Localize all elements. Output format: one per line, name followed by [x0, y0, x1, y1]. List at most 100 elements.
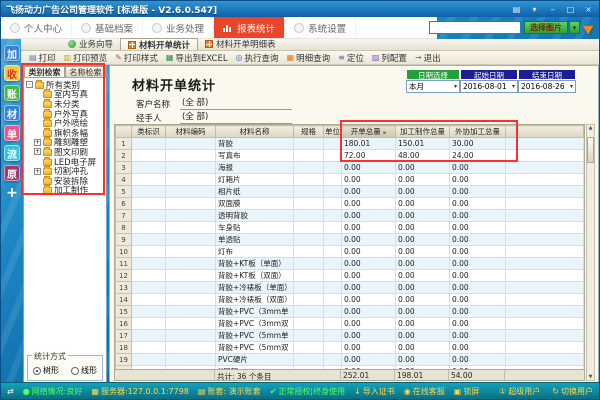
- collapse-icon[interactable]: -: [26, 81, 33, 88]
- search-tab-1[interactable]: 类别检索: [24, 66, 65, 78]
- table-row[interactable]: 6双面膜0.000.000.00: [116, 198, 584, 210]
- table-row[interactable]: 18背胶+PVC（5mm双0.000.000.00: [116, 342, 584, 354]
- toolbar-button-1[interactable]: ▤打印: [25, 52, 60, 64]
- close-button[interactable]: ×: [583, 5, 594, 14]
- status-left-item-2[interactable]: ●网络情况:良好: [23, 386, 83, 397]
- table-row[interactable]: 10灯布0.000.000.00: [116, 246, 584, 258]
- table-row[interactable]: 8车身贴0.000.000.00: [116, 222, 584, 234]
- process-qty-cell: 0.00: [396, 342, 450, 354]
- toolbar-button-2[interactable]: ▥打印预览: [60, 52, 112, 64]
- nav-item-3[interactable]: 业务处理: [143, 17, 214, 38]
- row-number: 3: [116, 162, 132, 174]
- file-icon[interactable]: ▤: [511, 5, 522, 14]
- table-row[interactable]: 14背胶+冷裱板（双面）0.000.000.00: [116, 294, 584, 306]
- status-right-item-2[interactable]: ↻切换用户: [552, 386, 593, 397]
- image-search-input[interactable]: [429, 21, 521, 34]
- toolbar-button-5[interactable]: ◎执行查询: [232, 52, 283, 64]
- table-row[interactable]: 9单透贴0.000.000.00: [116, 234, 584, 246]
- person-icon: [10, 23, 20, 33]
- end-date-select[interactable]: 2016-08-26▾: [518, 80, 576, 93]
- column-header[interactable]: 单位: [324, 126, 342, 138]
- scroll-thumb[interactable]: [587, 137, 594, 163]
- toolbar-button-3[interactable]: ✎打印样式: [111, 52, 162, 64]
- column-header[interactable]: 开单总量▪: [342, 126, 396, 138]
- table-row[interactable]: 11背胶+KT板（单面）0.000.000.00: [116, 258, 584, 270]
- status-left-item-6[interactable]: ↓导入证书: [354, 386, 395, 397]
- toolbar-button-7[interactable]: ≡定位: [334, 52, 368, 64]
- quick-button-8[interactable]: +: [4, 185, 20, 201]
- quick-button-7[interactable]: 原: [4, 165, 20, 181]
- toolbar-button-8[interactable]: ▨列配置: [368, 52, 411, 64]
- select-image-button[interactable]: 选择图片: [524, 21, 568, 34]
- report-title: 材料开单统计: [132, 75, 216, 94]
- select-image-dropdown[interactable]: ▾: [569, 21, 580, 34]
- start-date-select[interactable]: 2016-08-01▾: [460, 80, 518, 93]
- nav-item-2[interactable]: 基础档案: [72, 17, 143, 38]
- date-mode-select[interactable]: 本月▾: [406, 80, 460, 93]
- column-header[interactable]: 材料编码: [166, 126, 216, 138]
- status-text: 正常授权|终身使用: [278, 386, 345, 397]
- tree-item-11[interactable]: 加工制作: [26, 186, 106, 196]
- table-row[interactable]: 1背胶180.01150.0130.00: [116, 138, 584, 150]
- status-left-item-3[interactable]: ▦服务器:127.0.0.1:7798: [91, 386, 188, 397]
- radio-option-2[interactable]: 线形: [71, 365, 97, 376]
- column-header[interactable]: 加工制作总量: [396, 126, 450, 138]
- table-row[interactable]: 19PVC硬片0.000.000.00: [116, 354, 584, 366]
- quick-button-2[interactable]: 收: [4, 65, 20, 81]
- toolbar-button-6[interactable]: ▦明细查询: [283, 52, 335, 64]
- maximize-button[interactable]: □: [565, 5, 576, 14]
- column-header[interactable]: 材料名称: [216, 126, 294, 138]
- table-row[interactable]: 5相片纸0.000.000.00: [116, 186, 584, 198]
- open-qty-cell: 0.00: [342, 258, 396, 270]
- status-left-item-5[interactable]: ✔正常授权|终身使用: [270, 386, 345, 397]
- open-qty-cell: 0.00: [342, 318, 396, 330]
- tab-2[interactable]: 材料开单统计: [120, 38, 198, 50]
- status-left-item-1[interactable]: ⇄: [7, 387, 14, 396]
- scroll-up-icon[interactable]: ▲: [589, 125, 593, 131]
- nav-item-4[interactable]: 报表统计: [214, 17, 285, 38]
- table-row[interactable]: 17背胶+PVC（5mm单0.000.000.00: [116, 330, 584, 342]
- title-bar: 飞扬动力广告公司管理软件 [标准版 - V2.6.0.547] ▤▾–□×: [1, 1, 599, 17]
- expand-icon[interactable]: +: [34, 168, 41, 175]
- material-name-cell: 背胶: [216, 138, 294, 150]
- table-row[interactable]: 12背胶+KT板（双面）0.000.000.00: [116, 270, 584, 282]
- filter-value[interactable]: (全 部): [180, 110, 292, 124]
- skin-icon[interactable]: ▾: [529, 5, 540, 14]
- status-right-item-1[interactable]: ①超级用户: [499, 386, 540, 397]
- tab-3[interactable]: 材料开单明细表: [198, 38, 283, 50]
- column-header[interactable]: 类标识: [132, 126, 166, 138]
- status-left-item-4[interactable]: ▤账套: 演示账套: [198, 386, 261, 397]
- status-left-item-7[interactable]: ◉在线客服: [404, 386, 445, 397]
- column-header[interactable]: 外协加工总量: [450, 126, 506, 138]
- tab-label: 材料开单明细表: [216, 38, 276, 50]
- minimize-button[interactable]: –: [547, 5, 558, 14]
- radio-option-1[interactable]: 树形: [33, 365, 59, 376]
- table-row[interactable]: 16背胶+PVC（3mm双0.000.000.00: [116, 318, 584, 330]
- scroll-down-icon[interactable]: ▼: [589, 374, 593, 380]
- table-row[interactable]: 4灯箱片0.000.000.00: [116, 174, 584, 186]
- expand-icon[interactable]: +: [34, 139, 41, 146]
- toolbar-button-4[interactable]: ▦导出到EXCEL: [162, 52, 232, 64]
- column-header[interactable]: 规格: [294, 126, 324, 138]
- table-row[interactable]: 7透明背胶0.000.000.00: [116, 210, 584, 222]
- table-row[interactable]: 15背胶+PVC（3mm单0.000.000.00: [116, 306, 584, 318]
- table-row[interactable]: 3海报0.000.000.00: [116, 162, 584, 174]
- quick-button-1[interactable]: 加: [4, 45, 20, 61]
- expand-icon[interactable]: +: [34, 148, 41, 155]
- quick-button-4[interactable]: 材: [4, 105, 20, 121]
- table-row[interactable]: 13背胶+冷裱板（单面）0.000.000.00: [116, 282, 584, 294]
- row-number: 18: [116, 342, 132, 354]
- table-row[interactable]: 2写真布72.0048.0024.00: [116, 150, 584, 162]
- quick-button-5[interactable]: 单: [4, 125, 20, 141]
- status-left-item-8[interactable]: ▣锁屏: [454, 386, 480, 397]
- search-tab-2[interactable]: 名称检索: [65, 66, 106, 78]
- material-name-cell: 海报: [216, 162, 294, 174]
- tab-1[interactable]: 业务向导: [61, 38, 120, 50]
- filter-value[interactable]: (全 部): [180, 96, 292, 110]
- quick-button-3[interactable]: 账: [4, 85, 20, 101]
- toolbar-button-9[interactable]: →退出: [411, 52, 445, 64]
- nav-item-5[interactable]: 系统设置: [285, 17, 356, 38]
- vertical-scrollbar[interactable]: ▲ ▼: [586, 124, 595, 381]
- nav-item-1[interactable]: 个人中心: [1, 17, 72, 38]
- quick-button-6[interactable]: 流: [4, 145, 20, 161]
